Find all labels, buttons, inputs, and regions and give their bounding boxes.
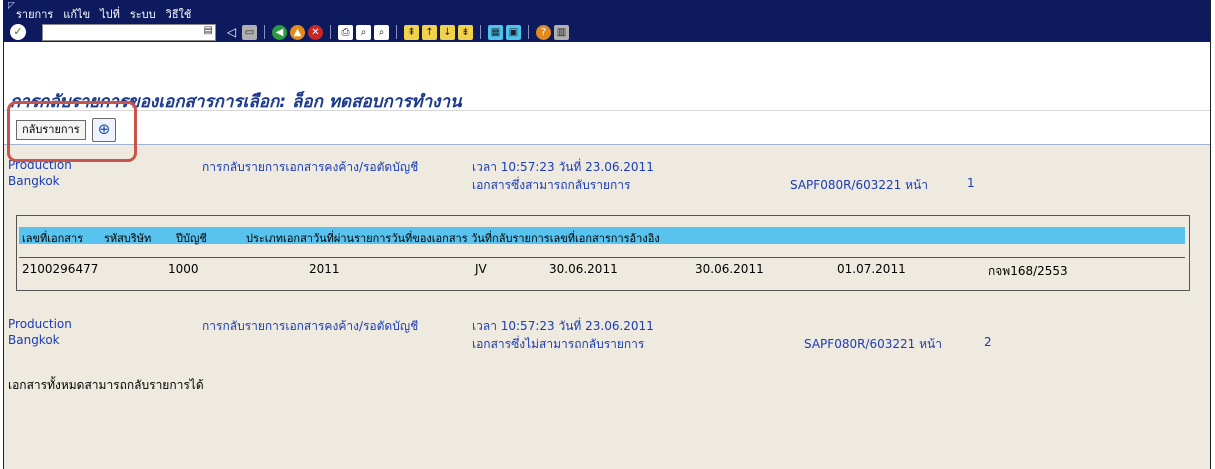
layout-menu-icon[interactable]: ▥ [554, 24, 569, 40]
back-icon[interactable]: ◀ [272, 24, 287, 40]
toolbar-separator [528, 25, 529, 39]
enter-check-icon[interactable]: ✓ [10, 24, 26, 40]
detail-magnifier-icon[interactable]: ⊕ [92, 118, 116, 142]
header-doctype-dates: ประเภทเอกสาวันที่ผ่านรายการวันที่ของเอกส… [246, 232, 660, 245]
command-field[interactable]: ▤ [42, 24, 216, 41]
menu-item-list[interactable]: รายการ [16, 5, 53, 23]
menu-item-system[interactable]: ระบบ [130, 5, 156, 23]
toolbar-separator [480, 25, 481, 39]
shortcut-icon[interactable]: ▣ [506, 24, 521, 40]
first-page-icon[interactable]: ⇞ [404, 24, 419, 40]
menu-items: รายการ แก้ไข ไปที่ ระบบ วิธีใช้ [16, 5, 191, 23]
table-row[interactable]: 2100296477 1000 2011 JV 30.06.2011 30.06… [19, 257, 1185, 278]
header-company-code: รหัสบริษัท [104, 232, 152, 245]
help-icon[interactable]: ? [536, 24, 551, 40]
section2-page-number: 2 [984, 335, 992, 349]
reverse-button[interactable]: กลับรายการ [16, 120, 86, 140]
title-bar: การกลับรายการของเอกสารการเลือก: ล็อก ทดส… [4, 42, 1210, 112]
section1-page-number: 1 [967, 176, 975, 190]
header-fiscal-year: ปีบัญชี [176, 232, 207, 245]
section2-subtitle: เอกสารซึ่งไม่สามารถกลับรายการ [472, 337, 645, 351]
cell-doc-type: JV [475, 262, 487, 276]
previous-page-icon[interactable]: ↑ [422, 24, 437, 40]
application-toolbar: กลับรายการ ⊕ [4, 110, 1210, 145]
menu-bar: ◸ รายการ แก้ไข ไปที่ ระบบ วิธีใช้ [4, 0, 1210, 22]
table-header: เลขที่เอกสาร รหัสบริษัท ปีบัญชี ประเภทเอ… [19, 227, 1185, 245]
toolbar-separator [330, 25, 331, 39]
section1-report-title: การกลับรายการเอกสารคงค้าง/รอตัดบัญชี [202, 160, 419, 174]
toolbar-separator [264, 25, 265, 39]
cell-document-date: 30.06.2011 [695, 262, 764, 276]
section1-subtitle: เอกสารซึ่งสามารถกลับรายการ [472, 178, 631, 192]
cell-doc-number: 2100296477 [22, 262, 99, 276]
sap-window: ◸ รายการ แก้ไข ไปที่ ระบบ วิธีใช้ ✓ ▤ ◁ … [3, 0, 1211, 469]
section1-location: Bangkok [8, 174, 60, 188]
cell-posting-date: 30.06.2011 [549, 262, 618, 276]
command-history-icon[interactable]: ▤ [204, 25, 213, 36]
menu-item-goto[interactable]: ไปที่ [100, 5, 120, 23]
section2-program-page: SAPF080R/603221 หน้า [804, 337, 942, 351]
toolbar-icons: ◁ ▭ ◀ ▲ ✕ ⎙ ⌕ ⌕ ⇞ ↑ ↓ ⇟ ▦ ▣ ? ▥ [224, 23, 569, 41]
create-session-icon[interactable]: ▦ [488, 24, 503, 40]
section2-report-title: การกลับรายการเอกสารคงค้าง/รอตัดบัญชี [202, 319, 419, 333]
save-icon[interactable]: ▭ [242, 24, 257, 40]
next-page-icon[interactable]: ↓ [440, 24, 455, 40]
status-message: เอกสารทั้งหมดสามารถกลับรายการได้ [8, 378, 204, 392]
menu-item-help[interactable]: วิธีใช้ [166, 5, 192, 23]
cell-reversal-date: 01.07.2011 [837, 262, 906, 276]
cancel-icon[interactable]: ✕ [308, 24, 323, 40]
find-icon[interactable]: ⌕ [356, 24, 371, 40]
section2-system: Production [8, 317, 72, 331]
toolbar-separator [396, 25, 397, 39]
section2-location: Bangkok [8, 333, 60, 347]
section2-time-date: เวลา 10:57:23 วันที่ 23.06.2011 [472, 319, 654, 333]
cell-fiscal-year: 2011 [309, 262, 340, 276]
prev-icon[interactable]: ◁ [224, 25, 239, 40]
section1-program-page: SAPF080R/603221 หน้า [790, 178, 928, 192]
system-menu-icon[interactable]: ◸ [8, 1, 15, 11]
section1-system: Production [8, 158, 72, 172]
standard-toolbar: ✓ ▤ ◁ ▭ ◀ ▲ ✕ ⎙ ⌕ ⌕ ⇞ ↑ ↓ ⇟ ▦ ▣ ? ▥ [4, 22, 1210, 42]
last-page-icon[interactable]: ⇟ [458, 24, 473, 40]
cell-reference: กจพ168/2553 [988, 264, 1068, 278]
menu-item-edit[interactable]: แก้ไข [63, 5, 90, 23]
cell-company-code: 1000 [168, 262, 199, 276]
header-doc-number: เลขที่เอกสาร [22, 232, 84, 245]
find-next-icon[interactable]: ⌕ [374, 24, 389, 40]
exit-icon[interactable]: ▲ [290, 24, 305, 40]
section1-time-date: เวลา 10:57:23 วันที่ 23.06.2011 [472, 160, 654, 174]
print-icon[interactable]: ⎙ [338, 24, 353, 40]
documents-table: เลขที่เอกสาร รหัสบริษัท ปีบัญชี ประเภทเอ… [16, 215, 1190, 291]
report-content: Production การกลับรายการเอกสารคงค้าง/รอต… [4, 144, 1210, 469]
